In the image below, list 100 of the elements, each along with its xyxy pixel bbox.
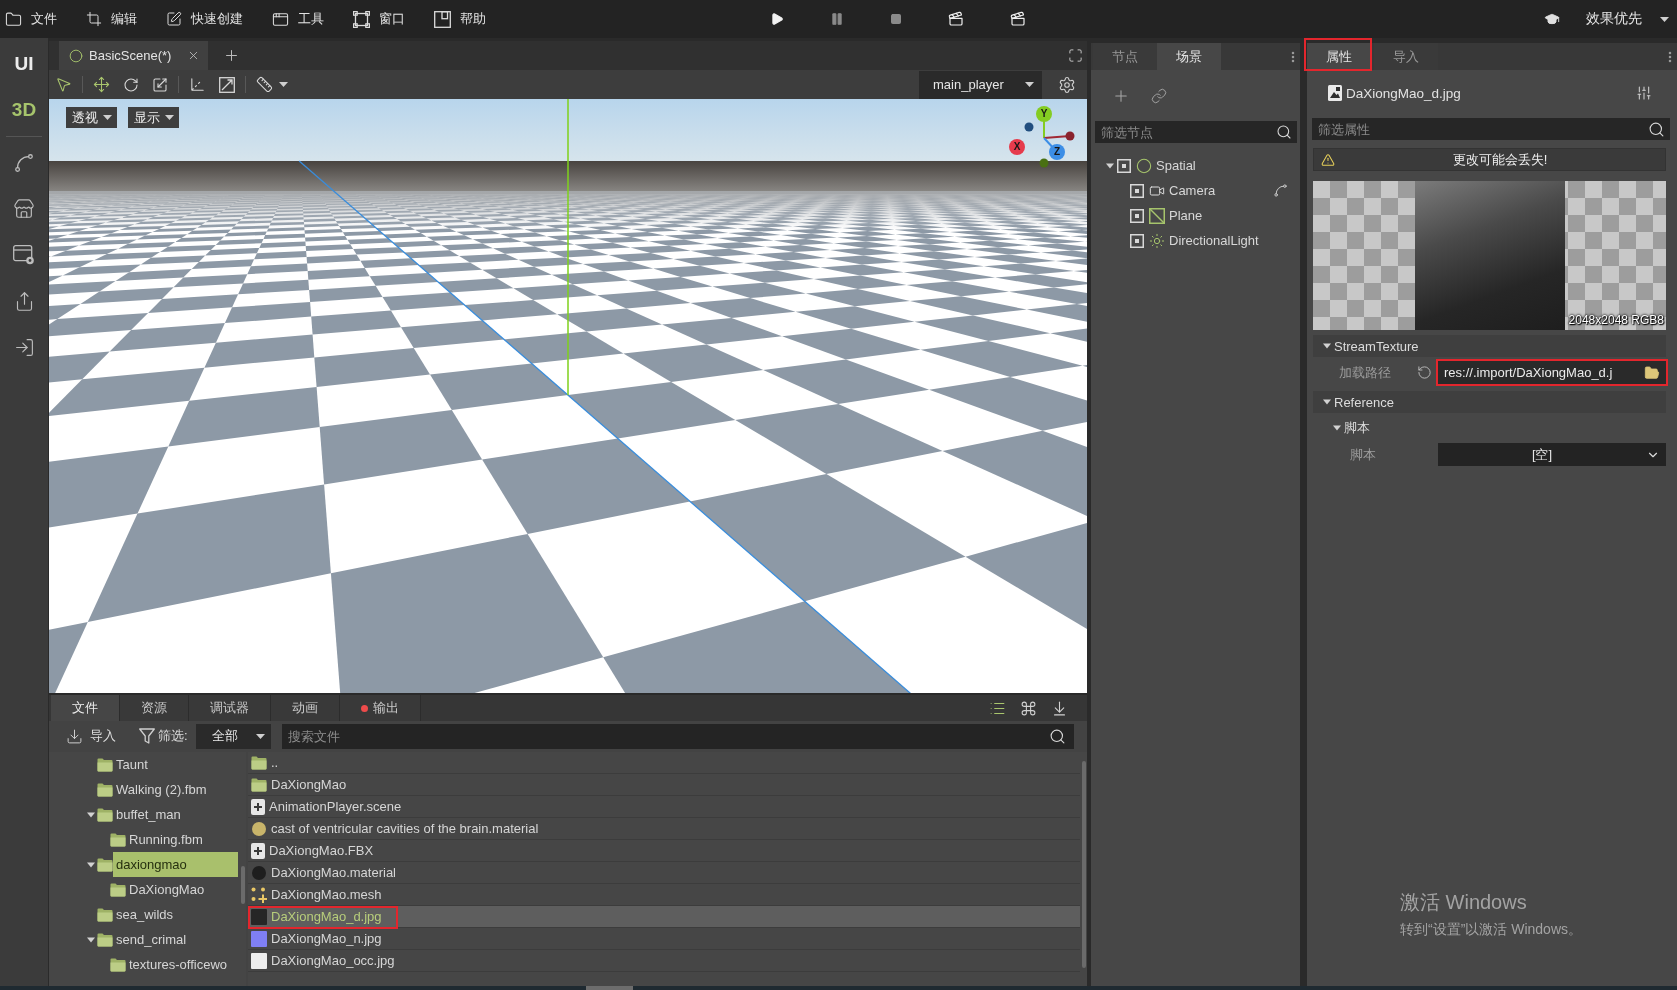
- panel-tab[interactable]: 场景: [1157, 43, 1221, 70]
- folder-item[interactable]: Walking (2).fbm: [113, 777, 238, 802]
- spline-icon[interactable]: [13, 152, 35, 174]
- filter-dropdown[interactable]: 全部: [195, 723, 271, 749]
- play-icon[interactable]: [770, 12, 784, 26]
- tray-arrow-icon: [66, 727, 83, 745]
- axis-icon[interactable]: [189, 76, 206, 93]
- mode-tab[interactable]: 3D: [0, 87, 48, 133]
- circle-icon: [1136, 157, 1152, 174]
- file-item[interactable]: DaXiongMao: [248, 774, 1080, 796]
- folder-item[interactable]: Taunt: [113, 752, 238, 777]
- file-item[interactable]: AnimationPlayer.scene: [248, 796, 1080, 818]
- store-icon[interactable]: [13, 198, 35, 220]
- section-header[interactable]: Reference: [1313, 391, 1666, 413]
- section-header[interactable]: StreamTexture: [1313, 335, 1666, 357]
- spline-icon[interactable]: [1273, 183, 1288, 198]
- folder-item[interactable]: textures-officewo: [126, 952, 238, 977]
- graduation-cap-icon[interactable]: [1544, 11, 1560, 27]
- scrollbar-thumb[interactable]: [241, 866, 245, 904]
- menu-item[interactable]: 工具: [272, 10, 324, 28]
- visibility-toggle-icon[interactable]: [1130, 183, 1144, 198]
- arrow-down-line-icon[interactable]: [1051, 699, 1068, 717]
- move-arrows-icon[interactable]: [93, 76, 110, 93]
- file-item[interactable]: DaXiongMao_n.jpg: [248, 928, 1080, 950]
- funnel-icon: [139, 728, 155, 744]
- node-item[interactable]: DirectionalLight: [1091, 228, 1300, 253]
- stop-icon[interactable]: [890, 13, 902, 25]
- file-item[interactable]: DaXiongMao.FBX: [248, 840, 1080, 862]
- menu-item[interactable]: 快速创建: [166, 10, 243, 28]
- menu-item[interactable]: 文件: [5, 10, 57, 28]
- scrollbar-thumb[interactable]: [586, 986, 633, 990]
- panel-tab[interactable]: 文件: [51, 695, 120, 721]
- panel-tab[interactable]: 属性: [1307, 43, 1371, 70]
- search-icon[interactable]: [1648, 121, 1665, 138]
- script-select[interactable]: [空]: [1438, 443, 1666, 466]
- close-icon[interactable]: [187, 49, 200, 62]
- folder-item[interactable]: send_crimal: [113, 927, 238, 952]
- folder-item[interactable]: daxiongmao: [113, 852, 238, 877]
- rotate-icon[interactable]: [122, 76, 139, 93]
- node-item[interactable]: Spatial: [1091, 153, 1300, 178]
- clapperboard-icon[interactable]: [948, 11, 964, 27]
- search-icon[interactable]: [1276, 124, 1292, 140]
- link-icon[interactable]: [1151, 88, 1167, 104]
- reload-icon[interactable]: [1417, 365, 1432, 380]
- caret-icon[interactable]: [279, 82, 288, 87]
- menu-item[interactable]: 窗口: [353, 10, 405, 28]
- path-field[interactable]: res://.import/DaXiongMao_d.j: [1438, 360, 1666, 385]
- caret-icon[interactable]: [87, 935, 95, 944]
- file-item[interactable]: cast of ventricular cavities of the brain.material: [248, 818, 1080, 840]
- view-menu[interactable]: 显示: [128, 107, 179, 128]
- plus-icon[interactable]: [223, 47, 240, 64]
- scrollbar-thumb[interactable]: [1081, 761, 1086, 968]
- door-arrow-icon[interactable]: [13, 336, 35, 358]
- file-item[interactable]: DaXiongMao_occ.jpg: [248, 950, 1080, 972]
- node-item[interactable]: Plane: [1091, 203, 1300, 228]
- node-item[interactable]: Camera: [1091, 178, 1300, 203]
- cursor-arrow-icon[interactable]: [55, 76, 72, 93]
- search-icon[interactable]: [1049, 728, 1066, 745]
- menu-item[interactable]: 编辑: [86, 10, 137, 28]
- folder-icon: [110, 832, 126, 847]
- sliders-icon[interactable]: [1636, 85, 1652, 101]
- import-button[interactable]: 导入: [66, 727, 116, 745]
- folder-icon: [97, 857, 113, 872]
- pause-icon[interactable]: [830, 12, 844, 26]
- file-item[interactable]: DaXiongMao_d.jpg: [248, 906, 1080, 928]
- filter-field[interactable]: 筛选节点: [1095, 121, 1297, 143]
- clover-grid-icon[interactable]: [1020, 699, 1037, 717]
- filter-field[interactable]: 筛选属性: [1312, 118, 1670, 140]
- folder-item[interactable]: buffet_man: [113, 802, 238, 827]
- settings-icon[interactable]: [1058, 75, 1076, 94]
- file-item[interactable]: DaXiongMao.material: [248, 862, 1080, 884]
- visibility-toggle-icon[interactable]: [1117, 158, 1131, 173]
- mode-tab[interactable]: UI: [0, 41, 48, 87]
- property-label: 加载路径: [1339, 363, 1391, 382]
- window-gear-icon[interactable]: [13, 245, 35, 265]
- folder-item[interactable]: DaXiongMao: [126, 877, 238, 902]
- view-menu[interactable]: 透视: [66, 107, 117, 128]
- file-item[interactable]: ..: [248, 752, 1080, 774]
- clapperboard-icon[interactable]: [1010, 11, 1026, 27]
- folder-icon[interactable]: [1644, 364, 1660, 381]
- scene-tab[interactable]: BasicScene(*): [59, 41, 208, 70]
- folder-item[interactable]: sea_wilds: [113, 902, 238, 927]
- menu-item[interactable]: 帮助: [434, 10, 486, 28]
- square-arrow-icon[interactable]: [218, 76, 235, 93]
- caret-icon: [165, 115, 174, 120]
- plus-page-icon: [251, 842, 265, 859]
- visibility-toggle-icon[interactable]: [1130, 233, 1144, 248]
- search-field[interactable]: 搜索文件: [281, 723, 1074, 749]
- ruler-icon[interactable]: [256, 76, 273, 93]
- caret-icon[interactable]: [87, 810, 95, 819]
- group-header[interactable]: 脚本: [1313, 416, 1666, 439]
- caret-icon[interactable]: [87, 860, 95, 869]
- folder-icon: [110, 882, 126, 897]
- scale-icon[interactable]: [151, 76, 168, 93]
- quality-dropdown[interactable]: 效果优先: [1586, 10, 1669, 28]
- camera-select[interactable]: main_player: [919, 70, 1042, 99]
- folder-item[interactable]: Running.fbm: [126, 827, 238, 852]
- caret-icon[interactable]: [1106, 161, 1114, 170]
- visibility-toggle-icon[interactable]: [1130, 208, 1144, 223]
- fullscreen-icon[interactable]: [1068, 48, 1083, 63]
